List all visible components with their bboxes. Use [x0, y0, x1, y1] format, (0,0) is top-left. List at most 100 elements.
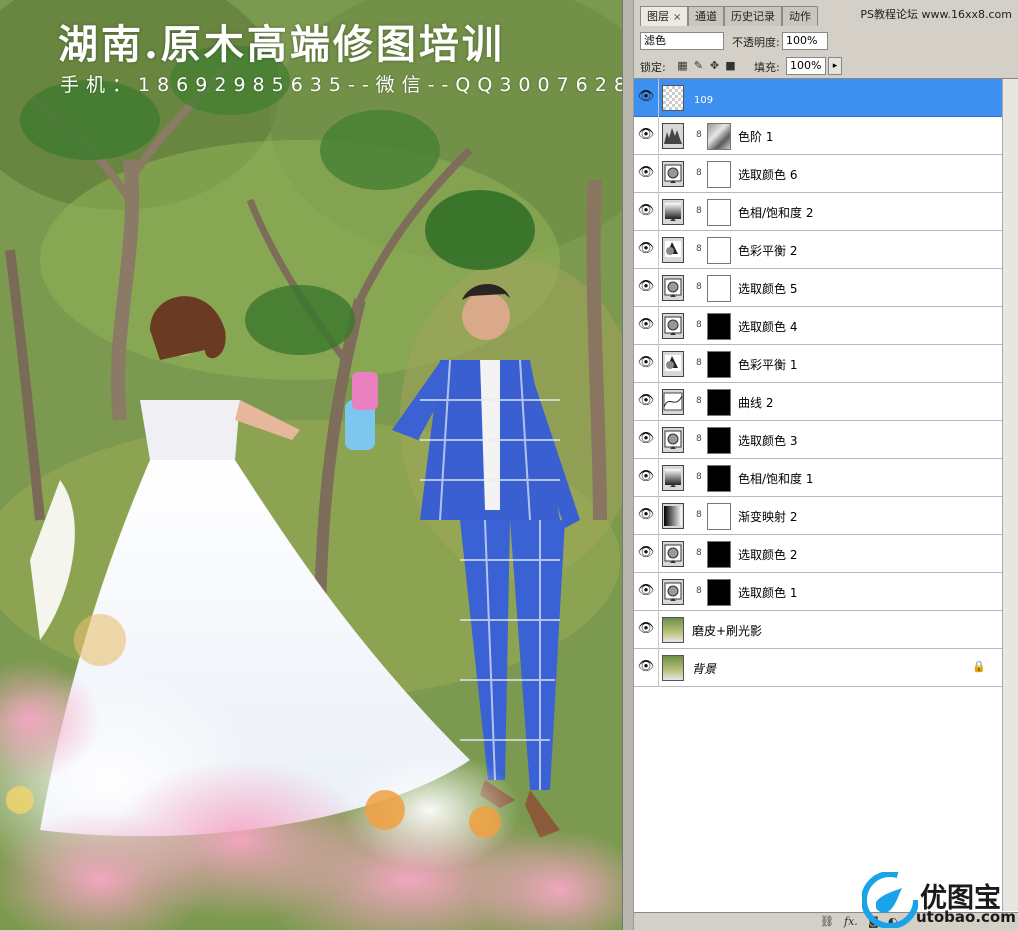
opacity-input[interactable]: 100%: [782, 32, 828, 50]
layer-mask-thumbnail[interactable]: [707, 427, 731, 454]
layer-row[interactable]: 👁 8 色阶 1: [634, 117, 1002, 155]
layer-row[interactable]: 👁 8 曲线 2: [634, 383, 1002, 421]
visibility-eye-icon[interactable]: 👁: [636, 619, 656, 639]
curves-icon[interactable]: [662, 389, 684, 415]
mask-link-icon[interactable]: 8: [696, 396, 702, 406]
photo-canvas[interactable]: 湖南.原木高端修图培训 手机：18692985635--微信--QQ300762…: [0, 0, 622, 930]
layer-mask-thumbnail[interactable]: [707, 465, 731, 492]
lock-transparency-icon[interactable]: ▦: [676, 59, 689, 72]
layer-row[interactable]: 👁 8 渐变映射 2: [634, 497, 1002, 535]
layer-list-scrollbar[interactable]: [1002, 79, 1018, 911]
layer-row[interactable]: 👁 8 色相/饱和度 1: [634, 459, 1002, 497]
color-balance-icon[interactable]: [662, 351, 684, 377]
layer-name[interactable]: 109: [694, 95, 713, 106]
layer-name[interactable]: 色彩平衡 2: [738, 242, 797, 259]
visibility-eye-icon[interactable]: 👁: [636, 87, 656, 107]
layer-mask-thumbnail[interactable]: [707, 161, 731, 188]
selective-color-icon[interactable]: [662, 541, 684, 567]
mask-link-icon[interactable]: 8: [696, 434, 702, 444]
layer-row[interactable]: 👁 8 选取颜色 4: [634, 307, 1002, 345]
close-icon[interactable]: ×: [673, 12, 681, 23]
visibility-eye-icon[interactable]: 👁: [636, 277, 656, 297]
layer-mask-thumbnail[interactable]: [707, 541, 731, 568]
link-icon[interactable]: ⛓: [820, 915, 834, 928]
mask-link-icon[interactable]: 8: [696, 168, 702, 178]
visibility-eye-icon[interactable]: 👁: [636, 543, 656, 563]
layer-thumbnail[interactable]: [662, 655, 684, 681]
layer-name[interactable]: 选取颜色 6: [738, 166, 797, 183]
visibility-eye-icon[interactable]: 👁: [636, 239, 656, 259]
mask-link-icon[interactable]: 8: [696, 206, 702, 216]
mask-link-icon[interactable]: 8: [696, 510, 702, 520]
visibility-eye-icon[interactable]: 👁: [636, 163, 656, 183]
hue-saturation-icon[interactable]: [662, 465, 684, 491]
mask-link-icon[interactable]: 8: [696, 358, 702, 368]
layer-row[interactable]: 👁 8 色彩平衡 1: [634, 345, 1002, 383]
mask-link-icon[interactable]: 8: [696, 472, 702, 482]
layer-row[interactable]: 👁 背景 🔒: [634, 649, 1002, 687]
layer-name[interactable]: 色相/饱和度 1: [738, 470, 814, 487]
layer-row[interactable]: 👁 8 色相/饱和度 2: [634, 193, 1002, 231]
lock-move-icon[interactable]: ✥: [708, 59, 721, 72]
layer-mask-thumbnail[interactable]: [707, 123, 731, 150]
layer-name[interactable]: 渐变映射 2: [738, 508, 797, 525]
tab-history[interactable]: 历史记录: [724, 6, 782, 26]
tab-channels[interactable]: 通道: [688, 6, 724, 26]
visibility-eye-icon[interactable]: 👁: [636, 505, 656, 525]
visibility-eye-icon[interactable]: 👁: [636, 353, 656, 373]
layer-name[interactable]: 选取颜色 5: [738, 280, 797, 297]
layer-row[interactable]: 👁 8 色彩平衡 2: [634, 231, 1002, 269]
selective-color-icon[interactable]: [662, 313, 684, 339]
layer-name[interactable]: 色彩平衡 1: [738, 356, 797, 373]
layer-mask-thumbnail[interactable]: [707, 579, 731, 606]
panel-divider[interactable]: [622, 0, 634, 930]
layer-name[interactable]: 选取颜色 3: [738, 432, 797, 449]
layer-mask-thumbnail[interactable]: [707, 351, 731, 378]
selective-color-icon[interactable]: [662, 579, 684, 605]
layer-thumbnail[interactable]: [662, 617, 684, 643]
visibility-eye-icon[interactable]: 👁: [636, 315, 656, 335]
visibility-eye-icon[interactable]: 👁: [636, 657, 656, 677]
layer-name[interactable]: 选取颜色 2: [738, 546, 797, 563]
mask-link-icon[interactable]: 8: [696, 244, 702, 254]
layer-row[interactable]: 👁 8 选取颜色 3: [634, 421, 1002, 459]
layer-name[interactable]: 色相/饱和度 2: [738, 204, 814, 221]
mask-link-icon[interactable]: 8: [696, 320, 702, 330]
tab-layers[interactable]: 图层 ×: [640, 6, 689, 26]
selective-color-icon[interactable]: [662, 427, 684, 453]
layer-mask-thumbnail[interactable]: [707, 237, 731, 264]
color-balance-icon[interactable]: [662, 237, 684, 263]
visibility-eye-icon[interactable]: 👁: [636, 467, 656, 487]
mask-link-icon[interactable]: 8: [696, 282, 702, 292]
layer-name[interactable]: 磨皮+刷光影: [692, 622, 762, 639]
layer-mask-thumbnail[interactable]: [707, 313, 731, 340]
mask-link-icon[interactable]: 8: [696, 130, 702, 140]
hue-saturation-icon[interactable]: [662, 199, 684, 225]
lock-all-icon[interactable]: ■: [724, 59, 737, 72]
selective-color-icon[interactable]: [662, 275, 684, 301]
layer-name[interactable]: 背景: [692, 660, 716, 677]
layer-mask-thumbnail[interactable]: [707, 199, 731, 226]
fill-input[interactable]: 100%: [786, 57, 826, 75]
layer-mask-thumbnail[interactable]: [707, 503, 731, 530]
layer-row[interactable]: 👁 磨皮+刷光影: [634, 611, 1002, 649]
visibility-eye-icon[interactable]: 👁: [636, 201, 656, 221]
layer-row[interactable]: 👁 8 选取颜色 2: [634, 535, 1002, 573]
layer-thumbnail[interactable]: [662, 85, 684, 111]
visibility-eye-icon[interactable]: 👁: [636, 391, 656, 411]
fill-arrow-button[interactable]: ▸: [828, 57, 842, 75]
layer-name[interactable]: 选取颜色 4: [738, 318, 797, 335]
layer-mask-thumbnail[interactable]: [707, 389, 731, 416]
gradient-map-icon[interactable]: [662, 503, 684, 529]
mask-link-icon[interactable]: 8: [696, 548, 702, 558]
visibility-eye-icon[interactable]: 👁: [636, 429, 656, 449]
layer-name[interactable]: 选取颜色 1: [738, 584, 797, 601]
tab-actions[interactable]: 动作: [782, 6, 818, 26]
visibility-eye-icon[interactable]: 👁: [636, 581, 656, 601]
layer-name[interactable]: 曲线 2: [738, 394, 773, 411]
layer-row[interactable]: 👁 8 选取颜色 1: [634, 573, 1002, 611]
lock-brush-icon[interactable]: ✎: [692, 59, 705, 72]
levels-adjustment-icon[interactable]: [662, 123, 684, 149]
layer-row[interactable]: 👁 8 选取颜色 6: [634, 155, 1002, 193]
selective-color-icon[interactable]: [662, 161, 684, 187]
